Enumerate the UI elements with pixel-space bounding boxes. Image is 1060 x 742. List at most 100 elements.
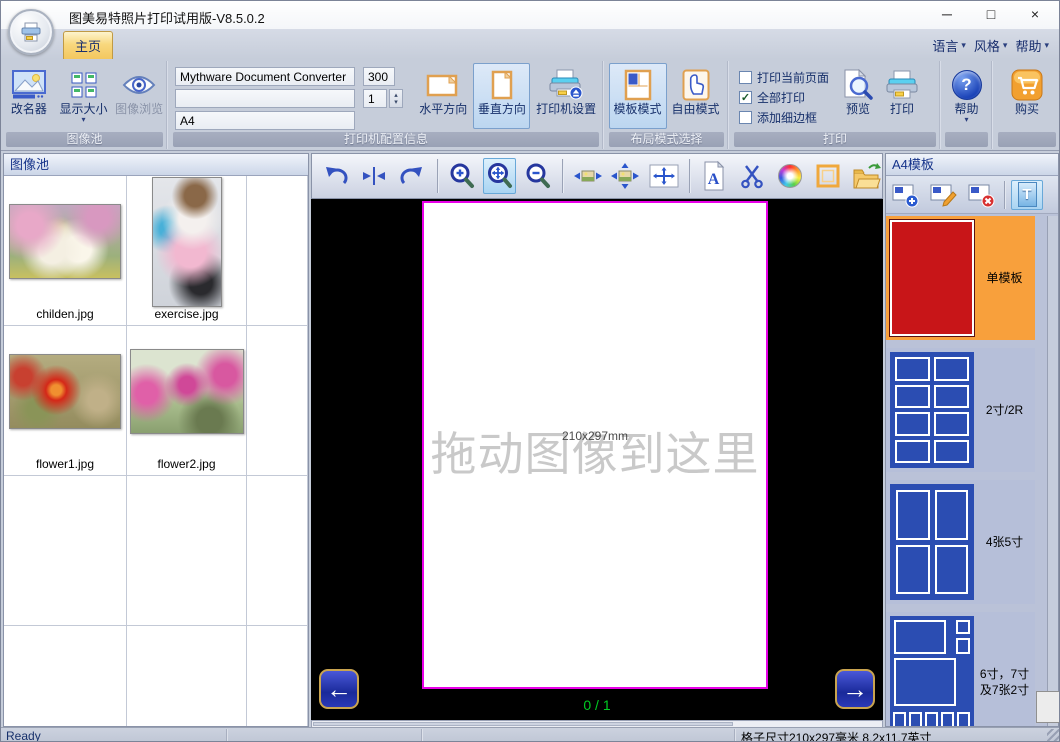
zoom-fit-icon <box>486 162 514 190</box>
delete-template-button[interactable] <box>966 180 998 210</box>
zoom-out-icon <box>524 162 552 190</box>
resolution-input[interactable]: 300 <box>363 67 395 86</box>
menu-style[interactable]: 风格▾ <box>970 36 1012 55</box>
edit-template-button[interactable] <box>928 180 960 210</box>
zoom-out-button[interactable] <box>521 158 554 194</box>
template-item-4x5inch[interactable]: 4张5寸 <box>886 480 1035 604</box>
status-divider <box>734 729 735 742</box>
template-label: 6寸，7寸 及7张2寸 <box>974 612 1035 726</box>
svg-text:A: A <box>708 171 720 188</box>
scrollbar-thumb[interactable] <box>313 722 733 726</box>
text-tool-button[interactable]: A <box>698 158 731 194</box>
image-cell[interactable]: exercise.jpg <box>127 176 247 326</box>
vertical-orientation-button[interactable]: 垂直方向 <box>473 63 530 129</box>
rotate-right-button[interactable] <box>396 158 429 194</box>
color-adjust-button[interactable] <box>774 158 807 194</box>
close-button[interactable]: × <box>1013 1 1057 27</box>
image-pool-header: 图像池 <box>4 154 308 176</box>
help-button[interactable]: ? 帮助 ▾ <box>944 63 990 129</box>
status-ready: Ready <box>6 729 41 742</box>
group-label-print: 打印 <box>734 132 936 147</box>
paper-size-select[interactable]: A4 <box>175 111 355 130</box>
landscape-page-icon <box>426 67 460 103</box>
stretch-both-button[interactable] <box>609 158 642 194</box>
copies-stepper[interactable]: ▴ ▾ <box>389 89 403 108</box>
status-grid-size: 格子尺寸210x297毫米 8.2x11.7英寸 <box>741 729 932 742</box>
center-align-button[interactable] <box>358 158 391 194</box>
template-item-single[interactable]: 单模板 <box>886 216 1035 340</box>
title-bar: 图美易特照片打印试用版-V8.5.0.2 ─ □ × <box>1 1 1059 29</box>
rotate-left-button[interactable] <box>320 158 353 194</box>
buy-button[interactable]: 购买 <box>1001 63 1053 129</box>
show-template-text-button[interactable]: T <box>1011 180 1043 210</box>
template-item-mixed[interactable]: 6寸，7寸 及7张2寸 <box>886 612 1035 726</box>
portrait-page-icon <box>489 67 515 103</box>
menu-language[interactable]: 语言▾ <box>928 36 970 55</box>
stretch-horizontal-button[interactable] <box>571 158 604 194</box>
layout-canvas[interactable]: 拖动图像到这里 210x297mm ← → 0 / 1 <box>311 199 883 720</box>
checkbox-icon: ✓ <box>739 71 752 84</box>
empty-cell <box>247 476 308 626</box>
rotate-right-icon <box>399 163 425 189</box>
checkbox-print-all[interactable]: ✓ 全部打印 <box>739 89 829 106</box>
thumbnail-flower1[interactable] <box>9 354 121 429</box>
template-label: 单模板 <box>974 216 1035 340</box>
display-size-button[interactable]: 显示大小 ▾ <box>55 63 113 129</box>
tab-row: 主页 语言▾ 风格▾ 帮助▾ <box>1 29 1059 59</box>
shopping-cart-icon <box>1011 67 1043 103</box>
crop-button[interactable] <box>736 158 769 194</box>
hand-pointer-icon <box>682 67 710 103</box>
toolbar-separator <box>689 159 690 193</box>
horizontal-orientation-button[interactable]: 水平方向 <box>413 63 473 129</box>
add-template-button[interactable] <box>890 180 922 210</box>
image-browse-button: 图像浏览 <box>112 63 166 129</box>
thumbnail-exercise[interactable] <box>152 177 222 307</box>
image-pool-grid: childen.jpg exercise.jpg flower1.jpg flo… <box>4 176 308 726</box>
copies-input[interactable]: 1 <box>363 89 387 108</box>
tab-home[interactable]: 主页 <box>63 31 113 59</box>
template-panel-header: A4模板 <box>886 154 1058 176</box>
group-bar-buy <box>998 132 1056 147</box>
group-bar-help <box>945 132 988 147</box>
template-preview <box>890 484 974 600</box>
ribbon: 改名器 显示大小 ▾ <box>1 59 1060 151</box>
zoom-fit-button[interactable] <box>483 158 516 194</box>
template-mode-button[interactable]: 模板模式 <box>609 63 667 129</box>
spooler-select[interactable] <box>175 89 355 108</box>
edit-template-icon <box>930 182 958 208</box>
empty-cell <box>4 626 127 726</box>
resize-grip[interactable] <box>1047 729 1060 742</box>
image-cell[interactable]: flower1.jpg <box>4 326 127 476</box>
chevron-down-icon: ▾ <box>964 116 968 124</box>
thumbnail-flower2[interactable] <box>130 349 244 434</box>
free-mode-button[interactable]: 自由模式 <box>667 63 725 129</box>
image-cell[interactable]: flower2.jpg <box>127 326 247 476</box>
template-panel-gutter <box>1047 216 1058 726</box>
printer-icon <box>885 67 919 103</box>
zoom-in-button[interactable] <box>446 158 479 194</box>
thumbnail-childen[interactable] <box>9 204 121 279</box>
app-menu-button[interactable] <box>8 9 54 55</box>
open-file-button[interactable] <box>849 158 882 194</box>
checkbox-thin-border[interactable]: ✓ 添加细边框 <box>739 109 829 126</box>
frame-button[interactable] <box>811 158 844 194</box>
toolbar-separator <box>1004 181 1005 209</box>
move-button[interactable] <box>647 158 681 194</box>
preview-button[interactable]: 预览 <box>835 63 881 129</box>
rename-tool-button[interactable]: 改名器 <box>3 63 55 129</box>
menu-help[interactable]: 帮助▾ <box>1011 36 1053 55</box>
checkbox-print-current[interactable]: ✓ 打印当前页面 <box>739 69 829 86</box>
printer-setup-button[interactable]: 打印机设置 <box>530 63 602 129</box>
preview-icon <box>842 67 874 103</box>
minimize-button[interactable]: ─ <box>925 1 969 27</box>
printer-select[interactable]: Mythware Document Converter <box>175 67 355 86</box>
print-button[interactable]: 打印 <box>881 63 923 129</box>
image-cell[interactable]: childen.jpg <box>4 176 127 326</box>
window-title: 图美易特照片打印试用版-V8.5.0.2 <box>69 8 265 27</box>
drop-hint-watermark: 拖动图像到这里 <box>431 418 760 484</box>
spin-down-icon: ▾ <box>394 99 398 106</box>
maximize-button[interactable]: □ <box>969 1 1013 27</box>
template-item-2r[interactable]: 2寸/2R <box>886 348 1035 472</box>
a4-page[interactable]: 拖动图像到这里 210x297mm <box>422 201 768 689</box>
status-bar: Ready 格子尺寸210x297毫米 8.2x11.7英寸 <box>1 727 1060 742</box>
